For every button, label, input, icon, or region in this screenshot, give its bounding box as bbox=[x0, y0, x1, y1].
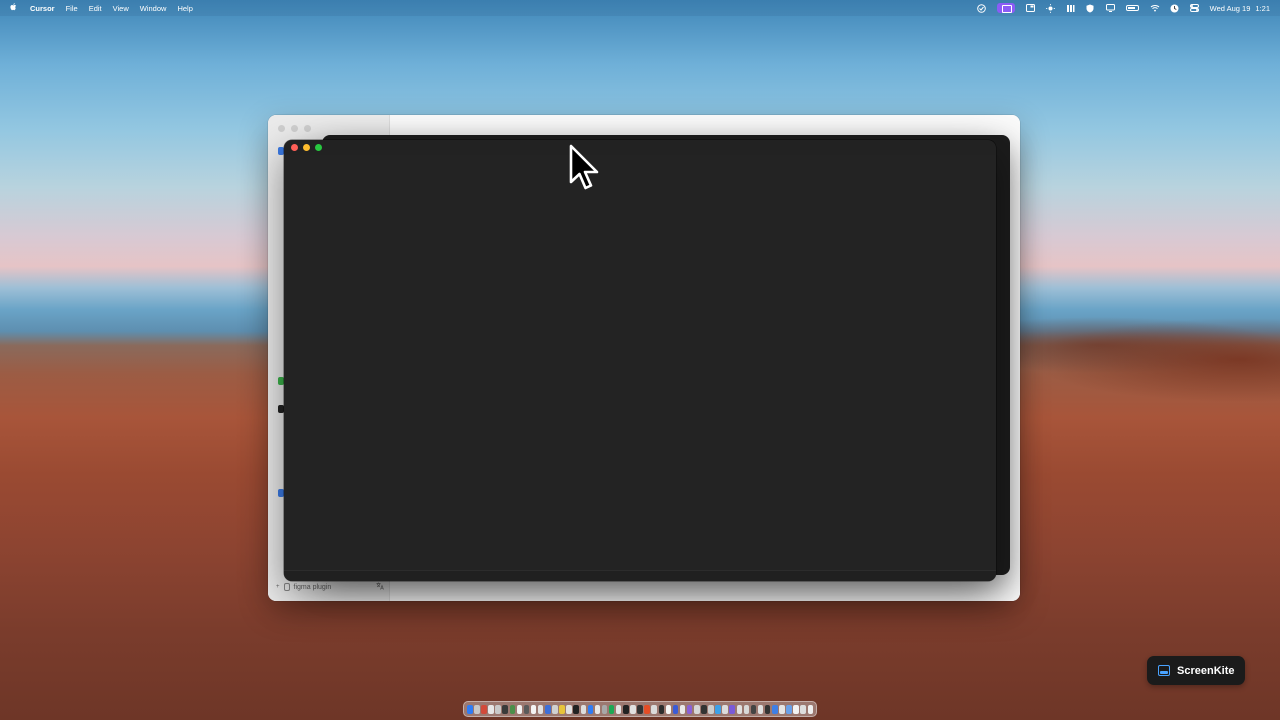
menu-clock[interactable]: Wed Aug 19 1:21 bbox=[1210, 4, 1270, 13]
dock-app-icon[interactable] bbox=[545, 704, 551, 714]
dock-app-icon[interactable] bbox=[474, 704, 480, 714]
dock-app-icon[interactable] bbox=[722, 704, 728, 714]
vpn-icon[interactable] bbox=[976, 4, 986, 13]
dock-app-icon[interactable] bbox=[615, 704, 622, 714]
dock-app-icon[interactable] bbox=[488, 704, 494, 714]
dock-app-icon[interactable] bbox=[495, 704, 501, 714]
inactive-zoom-dot[interactable] bbox=[304, 125, 311, 132]
terminal-status-bar bbox=[284, 570, 996, 581]
dock-app-icon[interactable] bbox=[701, 704, 707, 714]
flower-icon[interactable] bbox=[1066, 4, 1075, 12]
dock-app-icon[interactable] bbox=[601, 704, 608, 714]
dock-app-icon[interactable] bbox=[708, 704, 714, 714]
zoom-button[interactable] bbox=[315, 144, 322, 151]
dock-app-icon[interactable] bbox=[729, 704, 735, 714]
display-icon[interactable] bbox=[1105, 4, 1115, 12]
dock-app-icon[interactable] bbox=[786, 704, 792, 714]
screen-record-icon[interactable] bbox=[996, 3, 1015, 13]
screenkite-label: ScreenKite bbox=[1177, 664, 1235, 677]
dock-app-icon[interactable] bbox=[566, 704, 572, 714]
dock-app-icon[interactable] bbox=[552, 704, 558, 714]
screenkite-logo-icon bbox=[1158, 665, 1170, 676]
dock-app-icon[interactable] bbox=[573, 704, 579, 714]
inactive-minimize-dot[interactable] bbox=[291, 125, 298, 132]
window-icon[interactable] bbox=[1025, 4, 1035, 12]
terminal-window[interactable] bbox=[284, 140, 996, 581]
add-icon[interactable]: + bbox=[276, 584, 280, 590]
mouse-pointer-icon bbox=[569, 144, 599, 190]
dock-app-icon[interactable] bbox=[467, 704, 473, 714]
dock-app-icon[interactable] bbox=[630, 704, 636, 714]
dock-app-icon[interactable] bbox=[679, 704, 686, 714]
dock-app-icon[interactable] bbox=[757, 704, 764, 714]
dock-app-icon[interactable] bbox=[715, 704, 721, 714]
wifi-icon[interactable] bbox=[1150, 4, 1159, 12]
dock-app-icon[interactable] bbox=[772, 704, 778, 714]
timer-icon[interactable] bbox=[1170, 4, 1179, 13]
figma-icon bbox=[283, 583, 290, 591]
dock-app-icon[interactable] bbox=[779, 704, 785, 714]
dock bbox=[463, 701, 817, 717]
control-center-icon[interactable] bbox=[1189, 4, 1199, 12]
dock-app-icon[interactable] bbox=[807, 704, 813, 714]
dock-app-icon[interactable] bbox=[644, 704, 650, 714]
dock-app-icon[interactable] bbox=[608, 704, 615, 714]
dock-app-icon[interactable] bbox=[800, 704, 806, 714]
menu-edit[interactable]: Edit bbox=[89, 4, 102, 13]
dock-app-icon[interactable] bbox=[665, 704, 672, 714]
sidebar-footer[interactable]: + figma plugin bbox=[276, 582, 384, 592]
screenkite-badge: ScreenKite bbox=[1147, 656, 1245, 685]
menu-view[interactable]: View bbox=[113, 4, 129, 13]
dock-app-icon[interactable] bbox=[509, 704, 516, 714]
menu-window[interactable]: Window bbox=[140, 4, 167, 13]
dock-app-icon[interactable] bbox=[743, 704, 750, 714]
dock-app-icon[interactable] bbox=[559, 704, 565, 714]
apple-menu-icon[interactable] bbox=[10, 3, 20, 13]
dock-app-icon[interactable] bbox=[537, 704, 544, 714]
menu-file[interactable]: File bbox=[66, 4, 78, 13]
translate-icon[interactable] bbox=[376, 582, 384, 592]
inactive-close-dot[interactable] bbox=[278, 125, 285, 132]
menu-help[interactable]: Help bbox=[177, 4, 192, 13]
dock-app-icon[interactable] bbox=[502, 704, 508, 714]
sidebar-footer-label: figma plugin bbox=[293, 583, 332, 591]
dock-app-icon[interactable] bbox=[481, 704, 487, 714]
dock-app-icon[interactable] bbox=[793, 704, 799, 714]
dock-app-icon[interactable] bbox=[764, 704, 771, 714]
dock-app-icon[interactable] bbox=[530, 704, 537, 714]
clock-date: Wed Aug 19 bbox=[1209, 3, 1251, 13]
battery-icon[interactable] bbox=[1125, 5, 1139, 11]
dock-app-icon[interactable] bbox=[736, 704, 743, 714]
dock-app-icon[interactable] bbox=[651, 704, 657, 714]
inactive-traffic-lights bbox=[278, 125, 311, 132]
dock-app-icon[interactable] bbox=[580, 704, 586, 714]
terminal-body[interactable] bbox=[284, 155, 996, 581]
clock-time: 1:21 bbox=[1255, 3, 1270, 13]
menu-bar: Cursor File Edit View Window Help Wed Au… bbox=[0, 0, 1280, 16]
dock-app-icon[interactable] bbox=[637, 704, 643, 714]
dock-app-icon[interactable] bbox=[658, 704, 665, 714]
dock-app-icon[interactable] bbox=[623, 704, 629, 714]
app-name-menu[interactable]: Cursor bbox=[30, 4, 55, 13]
shield-icon[interactable] bbox=[1086, 4, 1095, 13]
terminal-titlebar[interactable] bbox=[284, 140, 996, 155]
dock-app-icon[interactable] bbox=[750, 704, 757, 714]
status-area: Wed Aug 19 1:21 bbox=[976, 3, 1270, 13]
dock-app-icon[interactable] bbox=[516, 704, 523, 714]
dock-app-icon[interactable] bbox=[594, 704, 601, 714]
minimize-button[interactable] bbox=[303, 144, 310, 151]
dock-app-icon[interactable] bbox=[694, 704, 700, 714]
dock-app-icon[interactable] bbox=[672, 704, 679, 714]
brightness-icon[interactable] bbox=[1045, 4, 1055, 13]
dock-app-icon[interactable] bbox=[686, 704, 693, 714]
dock-app-icon[interactable] bbox=[587, 704, 594, 714]
dock-app-icon[interactable] bbox=[523, 704, 530, 714]
close-button[interactable] bbox=[291, 144, 298, 151]
